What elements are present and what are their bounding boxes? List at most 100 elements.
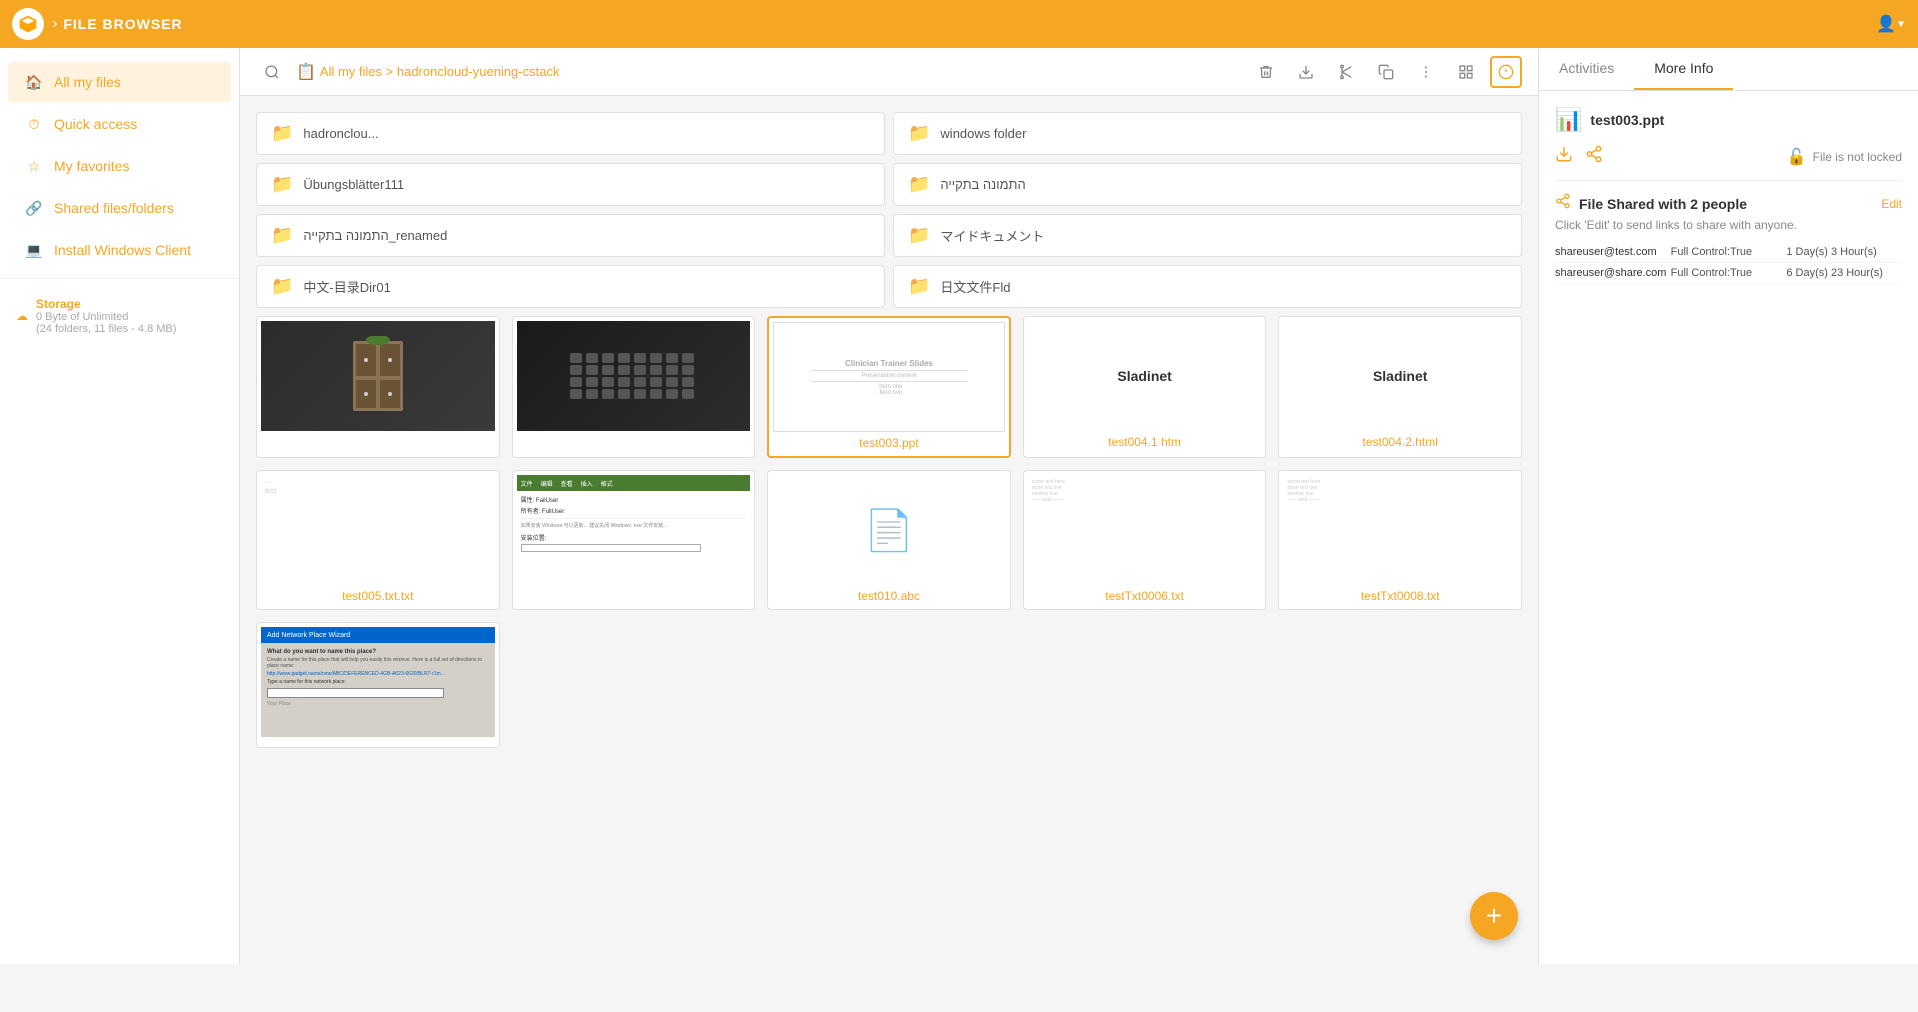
- grid-view-button[interactable]: [1450, 56, 1482, 88]
- dialog-preview: Add Network Place Wizard What do you wan…: [261, 627, 495, 737]
- folder-row-2: 📁 Übungsblätter111 📁 התמונה בתקייה: [256, 163, 1522, 206]
- file-info-actions: 🔓 File is not locked: [1555, 145, 1902, 168]
- thumb-name: [631, 585, 635, 591]
- sidebar-item-shared[interactable]: 🔗 Shared files/folders: [8, 188, 231, 228]
- thumb-name: test003.ppt: [857, 432, 920, 452]
- file-info-name: test003.ppt: [1590, 112, 1664, 128]
- breadcrumb-icon: 📋: [296, 62, 316, 82]
- folder-icon: 📁: [271, 123, 293, 144]
- folder-item[interactable]: 📁 日文文件Fld: [893, 265, 1522, 308]
- file-grid-container: 📁 hadronclou... 📁 windows folder 📁 Übung…: [240, 96, 1538, 964]
- storage-detail2: (24 folders, 11 files - 4.8 MB): [36, 323, 176, 335]
- share-title: File Shared with 2 people: [1579, 196, 1747, 212]
- thumb-preview: [517, 321, 751, 431]
- toolbar: 📋 All my files > hadroncloud-yuening-cst…: [240, 48, 1538, 96]
- top-header: › FILE BROWSER 👤 ▼: [0, 0, 1918, 48]
- file-thumb-test004-1[interactable]: Sladinet test004.1 htm: [1023, 316, 1267, 458]
- thumb-preview: some text here more text line another li…: [1283, 475, 1517, 585]
- sidebar-item-all-files[interactable]: 🏠 All my files: [8, 62, 231, 102]
- folder-icon: 📁: [271, 276, 293, 297]
- file-info-header: 📊 test003.ppt: [1555, 107, 1902, 133]
- share-person-2: shareuser@share.com Full Control:True 6 …: [1555, 263, 1902, 284]
- copy-button[interactable]: [1370, 56, 1402, 88]
- folder-name: התמונה בתקייה_renamed: [303, 228, 447, 243]
- thumb-name: [376, 431, 380, 437]
- storage-detail1: 0 Byte of Unlimited: [36, 311, 176, 323]
- file-thumb-testtxt0006[interactable]: some text here more text line another li…: [1023, 470, 1267, 610]
- lock-icon: 🔓: [1787, 147, 1807, 167]
- thumb-preview: Add Network Place Wizard What do you wan…: [261, 627, 495, 737]
- sidebar-label-shared: Shared files/folders: [54, 200, 174, 216]
- share-permission-1: Full Control:True: [1671, 246, 1787, 258]
- file-ppt-icon: 📊: [1555, 107, 1582, 133]
- delete-button[interactable]: [1250, 56, 1282, 88]
- user-icon: 👤: [1876, 14, 1896, 34]
- thumb-name: test005.txt.txt: [340, 585, 415, 605]
- sladinet-preview2: Sladinet: [1283, 321, 1517, 431]
- folder-item[interactable]: 📁 マイドキュメント: [893, 214, 1522, 257]
- clock-icon: ⏱: [24, 114, 44, 134]
- thumb-preview: some text here more text line another li…: [1028, 475, 1262, 585]
- share-action-btn[interactable]: [1585, 145, 1603, 168]
- download-button[interactable]: [1290, 56, 1322, 88]
- sidebar: 🏠 All my files ⏱ Quick access ☆ My favor…: [0, 48, 240, 964]
- sidebar-item-quick-access[interactable]: ⏱ Quick access: [8, 104, 231, 144]
- share-icon: 🔗: [24, 198, 44, 218]
- folder-name: hadronclou...: [303, 126, 378, 141]
- thumb-preview: ··· test: [261, 475, 495, 585]
- lock-status-text: File is not locked: [1813, 150, 1902, 164]
- sidebar-item-favorites[interactable]: ☆ My favorites: [8, 146, 231, 186]
- folder-item[interactable]: 📁 התמונה בתקייה_renamed: [256, 214, 885, 257]
- download-action-btn[interactable]: [1555, 145, 1573, 168]
- thumb-preview: 📄: [772, 475, 1006, 585]
- folder-item[interactable]: 📁 התמונה בתקייה: [893, 163, 1522, 206]
- info-button[interactable]: [1490, 56, 1522, 88]
- app-logo: [12, 8, 44, 40]
- txt-lines-preview2: some text here more text line another li…: [1283, 475, 1517, 585]
- tab-activities[interactable]: Activities: [1539, 48, 1634, 90]
- thumb-name: [631, 431, 635, 437]
- file-thumb-test010[interactable]: 📄 test010.abc: [767, 470, 1011, 610]
- home-icon: 🏠: [24, 72, 44, 92]
- chinese-window-preview: 文件编辑查看插入格式 属性: FailUser 所有者: FullUser 如果…: [517, 475, 751, 585]
- header-chevron: ›: [52, 15, 57, 33]
- folder-row-4: 📁 中文-目录Dir01 📁 日文文件Fld: [256, 265, 1522, 308]
- storage-label: Storage: [36, 297, 176, 311]
- fab-plus-icon: +: [1486, 900, 1502, 932]
- folder-name: Übungsblätter111: [303, 177, 404, 192]
- cut-button[interactable]: [1330, 56, 1362, 88]
- folder-item[interactable]: 📁 中文-目录Dir01: [256, 265, 885, 308]
- toolbar-actions: [1250, 56, 1522, 88]
- user-chevron: ▼: [1896, 19, 1906, 30]
- thumb-preview: Sladinet: [1028, 321, 1262, 431]
- file-thumb-dialog[interactable]: Add Network Place Wizard What do you wan…: [256, 622, 500, 748]
- folder-item[interactable]: 📁 Übungsblätter111: [256, 163, 885, 206]
- share-edit-button[interactable]: Edit: [1881, 197, 1902, 211]
- ppt-preview: Clinician Trainer Slides Presentation co…: [773, 322, 1005, 432]
- file-thumb-test005[interactable]: ··· test test005.txt.txt: [256, 470, 500, 610]
- file-thumb-test003[interactable]: Clinician Trainer Slides Presentation co…: [767, 316, 1011, 458]
- thumb-name: test004.1 htm: [1106, 431, 1183, 451]
- right-panel-tabs: Activities More Info: [1539, 48, 1918, 91]
- file-thumb-photo1[interactable]: [256, 316, 500, 458]
- file-thumb-chinese-window[interactable]: 文件编辑查看插入格式 属性: FailUser 所有者: FullUser 如果…: [512, 470, 756, 610]
- user-menu[interactable]: 👤 ▼: [1876, 14, 1906, 34]
- fab-add-button[interactable]: +: [1470, 892, 1518, 940]
- more-button[interactable]: [1410, 56, 1442, 88]
- folder-item[interactable]: 📁 windows folder: [893, 112, 1522, 155]
- file-thumb-test004-2[interactable]: Sladinet test004.2.html: [1278, 316, 1522, 458]
- folder-item[interactable]: 📁 hadronclou...: [256, 112, 885, 155]
- search-button[interactable]: [256, 56, 288, 88]
- thumb-name: test004.2.html: [1361, 431, 1440, 451]
- folder-icon: 📁: [908, 276, 930, 297]
- file-thumb-testtxt0008[interactable]: some text here more text line another li…: [1278, 470, 1522, 610]
- txt-preview: ··· test: [261, 475, 495, 585]
- file-thumb-grid-row3: Add Network Place Wizard What do you wan…: [256, 622, 1522, 748]
- sidebar-item-install[interactable]: 💻 Install Windows Client: [8, 230, 231, 270]
- app-title: FILE BROWSER: [63, 16, 182, 32]
- share-email-2: shareuser@share.com: [1555, 267, 1671, 279]
- folder-name: windows folder: [940, 126, 1026, 141]
- keyboard-visual: [570, 353, 696, 399]
- tab-more-info[interactable]: More Info: [1634, 48, 1733, 90]
- file-thumb-photo2[interactable]: [512, 316, 756, 458]
